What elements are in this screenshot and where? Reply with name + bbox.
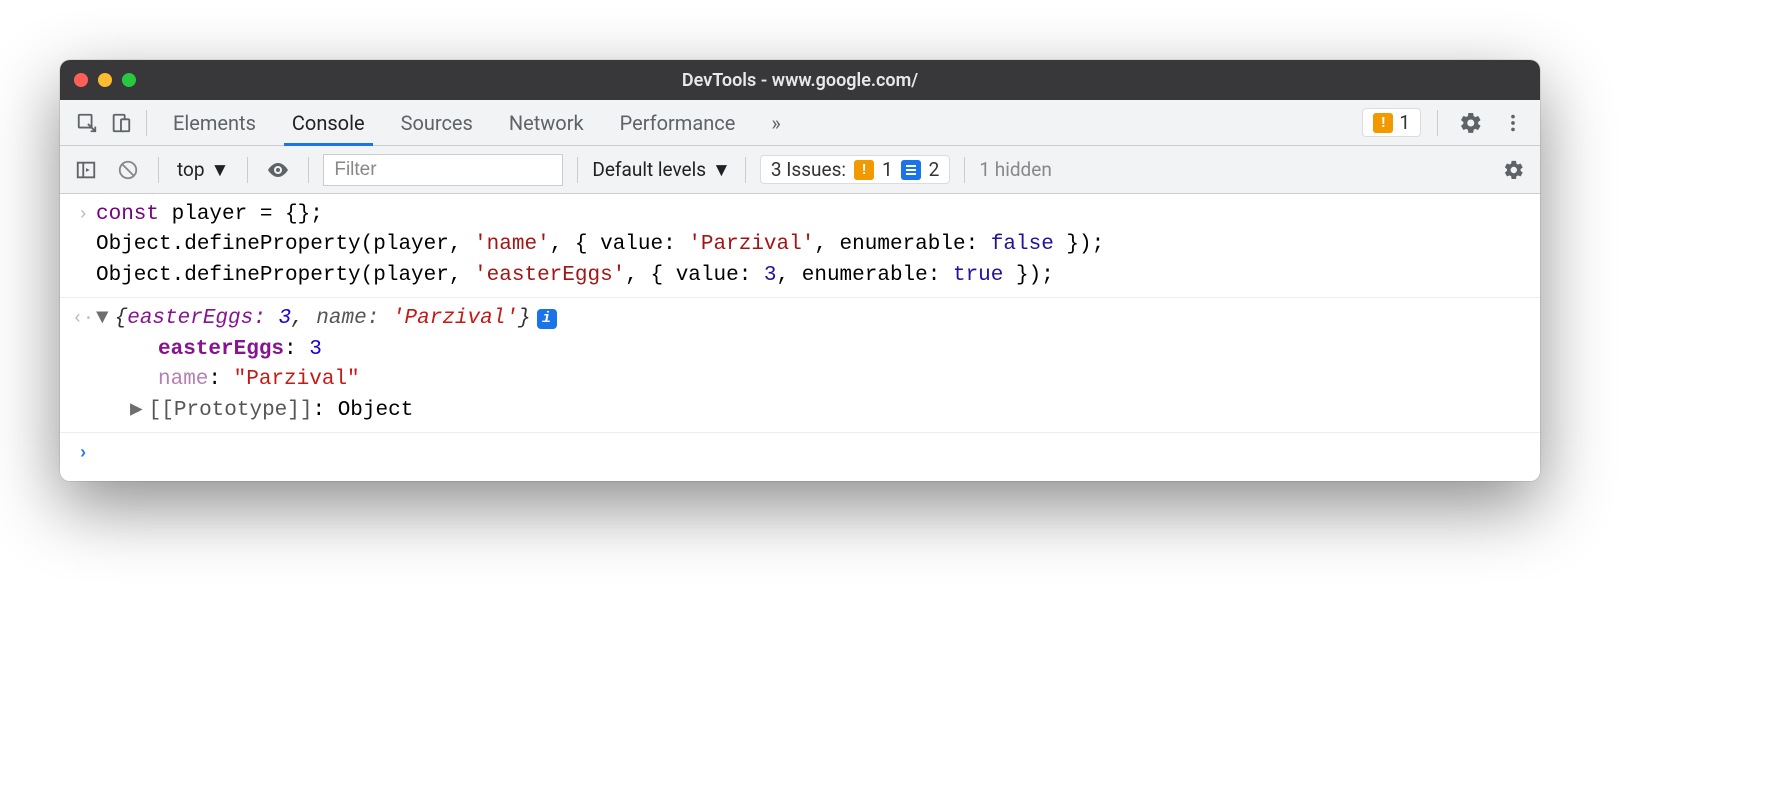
warning-icon	[1373, 113, 1393, 133]
object-property-row: name: "Parzival"	[60, 365, 1540, 395]
warnings-count: 1	[1399, 111, 1410, 134]
console-settings-icon[interactable]	[1498, 154, 1530, 186]
context-label: top	[177, 158, 205, 181]
tab-elements[interactable]: Elements	[155, 100, 274, 145]
divider	[158, 157, 159, 183]
close-window-button[interactable]	[74, 73, 88, 87]
object-property[interactable]: easterEggs: 3	[96, 335, 1530, 365]
hidden-messages-label: 1 hidden	[979, 158, 1051, 181]
more-menu-icon[interactable]	[1496, 106, 1530, 140]
console-input-row: › const player = {}; Object.defineProper…	[60, 200, 1540, 291]
chevron-down-icon: ▼	[211, 158, 230, 182]
console-result-row: ‹· ▼{easterEggs: 3, name: 'Parzival'}i	[60, 304, 1540, 334]
execution-context-select[interactable]: top ▼	[173, 158, 233, 182]
sidebar-toggle-icon[interactable]	[70, 154, 102, 186]
divider	[745, 157, 746, 183]
console-output: › const player = {}; Object.defineProper…	[60, 194, 1540, 481]
window-title: DevTools - www.google.com/	[60, 70, 1540, 91]
levels-label: Default levels	[592, 158, 706, 181]
divider	[308, 157, 309, 183]
live-expression-icon[interactable]	[262, 154, 294, 186]
divider	[60, 297, 1540, 298]
object-prototype[interactable]: ▶[[Prototype]]: Object	[96, 396, 1530, 426]
tab-sources[interactable]: Sources	[383, 100, 491, 145]
info-badge-icon[interactable]: i	[537, 309, 557, 329]
log-levels-select[interactable]: Default levels ▼	[592, 158, 730, 182]
minimize-window-button[interactable]	[98, 73, 112, 87]
tab-performance[interactable]: Performance	[602, 100, 754, 145]
device-toolbar-icon[interactable]	[104, 106, 138, 140]
object-property-row: easterEggs: 3	[60, 335, 1540, 365]
devtools-window: DevTools - www.google.com/ Elements Cons…	[60, 60, 1540, 481]
console-prompt[interactable]: ›	[60, 439, 1540, 467]
inspect-element-icon[interactable]	[70, 106, 104, 140]
issues-warning-count: 1	[882, 158, 893, 181]
divider	[577, 157, 578, 183]
divider	[247, 157, 248, 183]
tab-network[interactable]: Network	[491, 100, 602, 145]
info-icon	[901, 160, 921, 180]
divider	[964, 157, 965, 183]
issues-info-count: 2	[929, 158, 940, 181]
warnings-badge[interactable]: 1	[1362, 108, 1421, 137]
object-summary[interactable]: ▼{easterEggs: 3, name: 'Parzival'}i	[96, 304, 1530, 334]
issues-summary[interactable]: 3 Issues: 1 2	[760, 155, 951, 184]
divider	[1437, 110, 1438, 136]
filter-input[interactable]	[323, 154, 563, 186]
prompt-icon: ›	[70, 200, 96, 291]
clear-console-icon[interactable]	[112, 154, 144, 186]
result-icon: ‹·	[70, 304, 96, 334]
divider	[146, 110, 147, 136]
tabs-overflow[interactable]: »	[753, 100, 798, 145]
panel-tabs: Elements Console Sources Network Perform…	[155, 100, 799, 145]
disclosure-triangle-closed-icon[interactable]: ▶	[130, 396, 143, 426]
console-input[interactable]	[96, 439, 1530, 467]
prompt-icon: ›	[70, 439, 96, 467]
chevron-down-icon: ▼	[712, 158, 731, 182]
titlebar: DevTools - www.google.com/	[60, 60, 1540, 100]
console-toolbar: top ▼ Default levels ▼ 3 Issues: 1 2 1 h…	[60, 146, 1540, 194]
console-input-line: const player = {}; Object.defineProperty…	[96, 200, 1530, 291]
panel-tabs-bar: Elements Console Sources Network Perform…	[60, 100, 1540, 146]
warning-icon	[854, 160, 874, 180]
object-prototype-row: ▶[[Prototype]]: Object	[60, 396, 1540, 426]
settings-icon[interactable]	[1454, 106, 1488, 140]
tab-console[interactable]: Console	[274, 100, 383, 145]
traffic-lights	[74, 73, 136, 87]
maximize-window-button[interactable]	[122, 73, 136, 87]
issues-label: 3 Issues:	[771, 158, 846, 181]
object-property[interactable]: name: "Parzival"	[96, 365, 1530, 395]
divider	[60, 432, 1540, 433]
disclosure-triangle-open-icon[interactable]: ▼	[96, 304, 109, 334]
